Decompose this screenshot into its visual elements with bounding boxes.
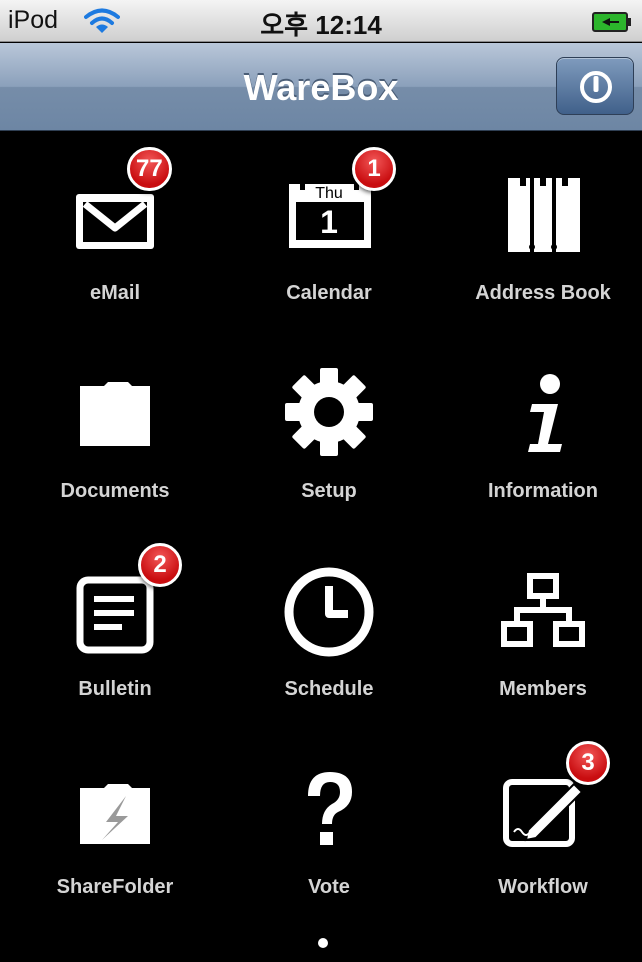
- app-vote[interactable]: Vote: [222, 726, 436, 924]
- gear-icon: [274, 352, 384, 462]
- status-time: 오후 12:14: [260, 10, 382, 40]
- app-documents[interactable]: Documents: [8, 330, 222, 528]
- app-email[interactable]: 77 eMail: [8, 132, 222, 330]
- app-label: Members: [499, 678, 587, 700]
- app-label: Schedule: [284, 678, 374, 700]
- calendar-date: 1: [320, 204, 338, 240]
- app-label: Setup: [301, 480, 357, 502]
- org-chart-icon: [488, 550, 598, 660]
- app-label: Documents: [60, 480, 170, 502]
- app-label: Workflow: [498, 876, 588, 898]
- clock-icon: [274, 550, 384, 660]
- app-bulletin[interactable]: 2 Bulletin: [8, 528, 222, 726]
- app-sharefolder[interactable]: ShareFolder: [8, 726, 222, 924]
- app-setup[interactable]: Setup: [222, 330, 436, 528]
- address-book-icon: [488, 154, 598, 264]
- navigation-bar: WareBox: [0, 43, 642, 131]
- info-icon: [488, 352, 598, 462]
- status-bar: iPod 오후 12:14: [0, 0, 642, 42]
- app-workflow[interactable]: 3 Workflow: [436, 726, 642, 924]
- email-badge: 77: [127, 147, 172, 191]
- app-title: WareBox: [243, 67, 399, 108]
- app-label: ShareFolder: [56, 876, 174, 898]
- app-address-book[interactable]: Address Book: [436, 132, 642, 330]
- app-label: Vote: [308, 876, 350, 898]
- app-label: Information: [488, 480, 598, 502]
- app-members[interactable]: Members: [436, 528, 642, 726]
- power-icon: [580, 71, 612, 103]
- app-calendar[interactable]: Thu 1 1 Calendar: [222, 132, 436, 330]
- app-label: Bulletin: [78, 678, 152, 700]
- folder-icon: [60, 352, 170, 462]
- app-grid: 77 eMail Thu 1 1 Calendar Address Book D…: [0, 132, 642, 932]
- calendar-badge: 1: [352, 147, 396, 191]
- app-label: Address Book: [475, 282, 611, 304]
- app-schedule[interactable]: Schedule: [222, 528, 436, 726]
- bulletin-badge: 2: [138, 543, 182, 587]
- share-folder-icon: [60, 748, 170, 858]
- app-label: eMail: [89, 282, 141, 304]
- app-label: Calendar: [286, 282, 372, 304]
- workflow-badge: 3: [566, 741, 610, 785]
- question-icon: [274, 748, 384, 858]
- logout-button[interactable]: [556, 57, 634, 115]
- app-information[interactable]: Information: [436, 330, 642, 528]
- page-indicator-dot: [318, 938, 328, 948]
- battery-icon: [592, 12, 632, 37]
